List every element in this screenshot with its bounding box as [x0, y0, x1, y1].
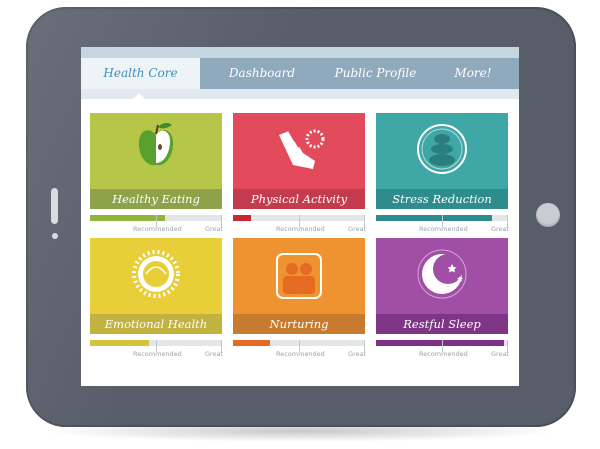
- app-screen: Health Core Dashboard Public Profile Mor…: [81, 47, 519, 386]
- sensor-dot: [52, 233, 58, 239]
- progress-fill: [233, 215, 252, 221]
- tile-healthy-eating[interactable]: Healthy Eating: [90, 113, 222, 209]
- moon-stars-icon: [376, 238, 508, 314]
- tile-restful-sleep[interactable]: Restful Sleep: [376, 238, 508, 334]
- tile-nurturing-relationships[interactable]: Nurturing Relationships: [233, 238, 365, 334]
- recommended-label: Recommended: [133, 350, 182, 358]
- active-tab-pointer: [133, 93, 145, 99]
- great-label: Great: [348, 225, 367, 233]
- sun-icon: [90, 238, 222, 314]
- home-button[interactable]: [536, 203, 560, 227]
- recommended-label: Recommended: [419, 350, 468, 358]
- apple-icon: [90, 113, 222, 189]
- tile-label: Stress Reduction: [376, 189, 508, 209]
- recommended-label: Recommended: [133, 225, 182, 233]
- progress-bar-physical-activity: [233, 215, 365, 227]
- progress-fill: [233, 340, 270, 346]
- tab-dashboard[interactable]: Dashboard: [200, 58, 324, 89]
- progress-bar-nurturing-relationships: [233, 340, 365, 352]
- great-label: Great: [348, 350, 367, 358]
- tab-more[interactable]: More!: [427, 58, 519, 89]
- great-label: Great: [205, 350, 224, 358]
- great-label: Great: [205, 225, 224, 233]
- great-label: Great: [491, 225, 510, 233]
- tab-health-core[interactable]: Health Core: [81, 58, 200, 89]
- speaker-slot: [51, 188, 58, 224]
- tile-label: Nurturing Relationships: [233, 314, 365, 334]
- tab-public-profile[interactable]: Public Profile: [324, 58, 427, 89]
- progress-fill: [90, 340, 150, 346]
- status-strip: [81, 47, 519, 58]
- people-icon: [233, 238, 365, 314]
- recommended-label: Recommended: [276, 350, 325, 358]
- top-nav: Health Core Dashboard Public Profile Mor…: [81, 58, 519, 89]
- progress-bar-emotional-health: [90, 340, 222, 352]
- tile-label: Physical Activity: [233, 189, 365, 209]
- recommended-label: Recommended: [276, 225, 325, 233]
- progress-bar-stress-reduction: [376, 215, 508, 227]
- tile-label: Healthy Eating: [90, 189, 222, 209]
- stones-icon: [376, 113, 508, 189]
- progress-fill: [376, 215, 493, 221]
- tile-label: Emotional Health: [90, 314, 222, 334]
- sneaker-icon: [233, 113, 365, 189]
- tile-physical-activity[interactable]: Physical Activity: [233, 113, 365, 209]
- progress-bar-restful-sleep: [376, 340, 508, 352]
- tile-label: Restful Sleep: [376, 314, 508, 334]
- tile-stress-reduction[interactable]: Stress Reduction: [376, 113, 508, 209]
- great-label: Great: [491, 350, 510, 358]
- progress-fill: [90, 215, 166, 221]
- progress-bar-healthy-eating: [90, 215, 222, 227]
- progress-fill: [376, 340, 505, 346]
- recommended-label: Recommended: [419, 225, 468, 233]
- tile-emotional-health[interactable]: Emotional Health: [90, 238, 222, 334]
